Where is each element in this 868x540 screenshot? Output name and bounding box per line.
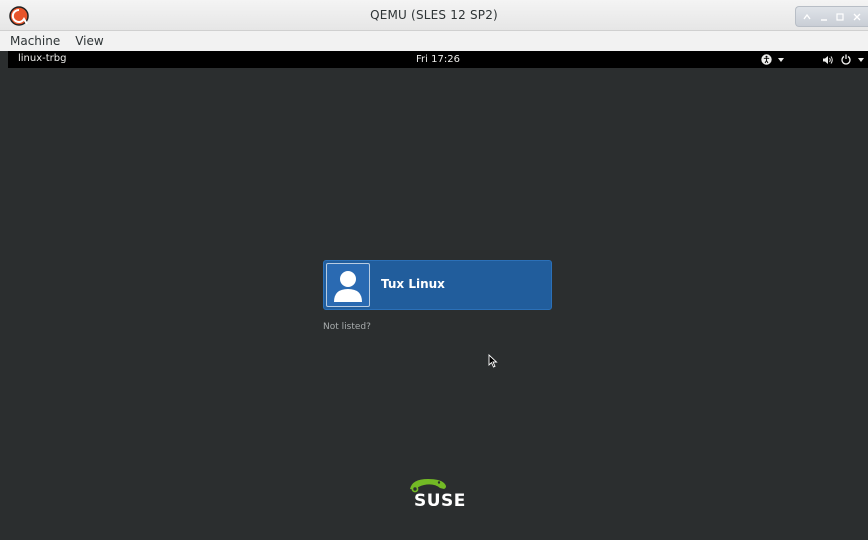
user-name: Tux Linux <box>381 277 445 291</box>
qemu-window: QEMU (SLES 12 SP2) Machine View linux-tr… <box>0 0 868 540</box>
mouse-pointer-icon <box>488 354 498 368</box>
system-menu[interactable] <box>823 53 864 66</box>
clock[interactable]: Fri 17:26 <box>8 54 868 65</box>
accessibility-menu[interactable] <box>761 53 784 66</box>
chevron-down-icon <box>858 57 864 62</box>
window-controls <box>795 6 868 27</box>
avatar <box>326 263 370 307</box>
minimize-icon[interactable] <box>817 10 831 24</box>
volume-icon <box>823 55 833 64</box>
up-arrow-icon[interactable] <box>800 10 814 24</box>
not-listed-link[interactable]: Not listed? <box>323 322 371 332</box>
user-avatar-icon <box>334 271 362 302</box>
menu-view[interactable]: View <box>67 34 110 48</box>
menu-machine[interactable]: Machine <box>0 34 67 48</box>
accessibility-icon <box>761 54 772 65</box>
title-bar[interactable]: QEMU (SLES 12 SP2) <box>0 0 868 31</box>
suse-logo: SUSE <box>404 471 482 511</box>
close-icon[interactable] <box>850 10 864 24</box>
menu-bar: Machine View <box>0 31 868 51</box>
guest-display[interactable]: linux-trbg Fri 17:26 Tux Linux Not liste… <box>8 51 868 540</box>
window-title: QEMU (SLES 12 SP2) <box>370 8 498 22</box>
user-list-item[interactable]: Tux Linux <box>323 260 552 310</box>
chevron-down-icon <box>778 57 784 62</box>
suse-wordmark: SUSE <box>414 491 466 511</box>
maximize-icon[interactable] <box>833 10 847 24</box>
gnome-top-bar: linux-trbg Fri 17:26 <box>8 51 868 68</box>
power-icon <box>841 54 851 65</box>
